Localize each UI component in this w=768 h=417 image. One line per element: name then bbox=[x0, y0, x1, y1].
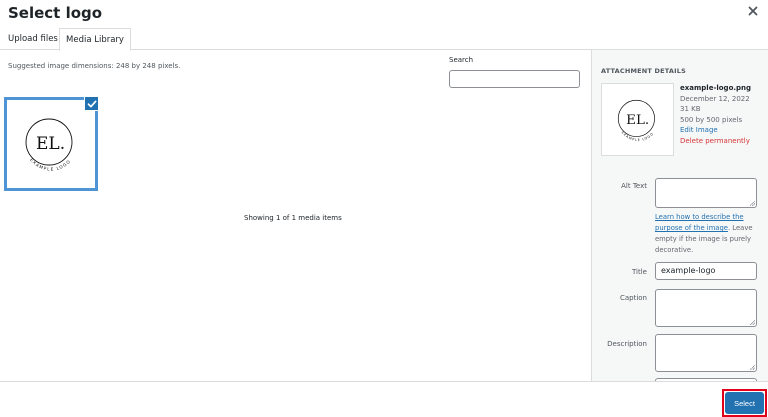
title-label: Title bbox=[631, 268, 647, 276]
caption-field[interactable] bbox=[655, 289, 757, 327]
attachment-dimensions: 500 by 500 pixels bbox=[680, 115, 743, 124]
description-field[interactable] bbox=[655, 334, 757, 372]
close-icon-svg bbox=[748, 6, 758, 16]
logo-image: EL. EXAMPLE LOGO bbox=[25, 118, 73, 172]
description-label: Description bbox=[607, 340, 647, 348]
items-count: Showing 1 of 1 media items bbox=[244, 214, 342, 222]
title-field[interactable]: example-logo bbox=[655, 262, 757, 280]
media-modal: Select logo Upload files Media Library S… bbox=[0, 0, 768, 417]
logo-ring-textpath: EXAMPLE LOGO bbox=[29, 157, 70, 172]
edit-image-link[interactable]: Edit Image bbox=[680, 125, 751, 136]
attachment-filesize: 31 KB bbox=[680, 105, 701, 113]
attachment-info: example-logo.png December 12, 2022 31 KB… bbox=[680, 83, 751, 146]
attachment-thumbnail: EL. EXAMPLE LOGO bbox=[601, 83, 674, 156]
media-item-thumbnail[interactable]: EL. EXAMPLE LOGO bbox=[4, 97, 98, 191]
media-library-panel: Suggested image dimensions: 248 by 248 p… bbox=[0, 50, 591, 381]
caption-label: Caption bbox=[619, 294, 647, 302]
attachment-logo-letters: EL. bbox=[626, 113, 649, 128]
modal-tabs: Upload files Media Library bbox=[0, 28, 768, 51]
checkmark-icon bbox=[87, 100, 96, 107]
search-label: Search bbox=[449, 56, 474, 64]
delete-permanently-link[interactable]: Delete permanently bbox=[680, 136, 751, 147]
attachment-details-heading: ATTACHMENT DETAILS bbox=[601, 67, 686, 75]
close-icon[interactable] bbox=[746, 6, 760, 20]
modal-footer: Select bbox=[0, 381, 768, 417]
alt-text-field[interactable] bbox=[655, 178, 757, 208]
alt-text-help: Learn how to describe the purpose of the… bbox=[655, 212, 760, 256]
selected-check-icon[interactable] bbox=[84, 96, 99, 111]
logo-letters: EL. bbox=[36, 134, 65, 154]
attachment-date: December 12, 2022 bbox=[680, 94, 750, 103]
tab-media-library[interactable]: Media Library bbox=[59, 28, 131, 51]
tab-upload-files[interactable]: Upload files bbox=[2, 28, 64, 50]
alt-text-label: Alt Text bbox=[621, 182, 647, 190]
attachment-filename: example-logo.png bbox=[680, 84, 752, 92]
select-button[interactable]: Select bbox=[725, 392, 764, 414]
search-input[interactable] bbox=[449, 70, 580, 88]
logo-ring-text: EXAMPLE LOGO bbox=[29, 157, 72, 172]
attachment-logo-image: EL. EXAMPLE LOGO bbox=[617, 99, 655, 142]
attachment-details-sidebar: ATTACHMENT DETAILS EL. EXAMPLE LOGO exam… bbox=[591, 50, 768, 381]
dimensions-hint: Suggested image dimensions: 248 by 248 p… bbox=[8, 62, 181, 70]
modal-title: Select logo bbox=[8, 4, 103, 22]
